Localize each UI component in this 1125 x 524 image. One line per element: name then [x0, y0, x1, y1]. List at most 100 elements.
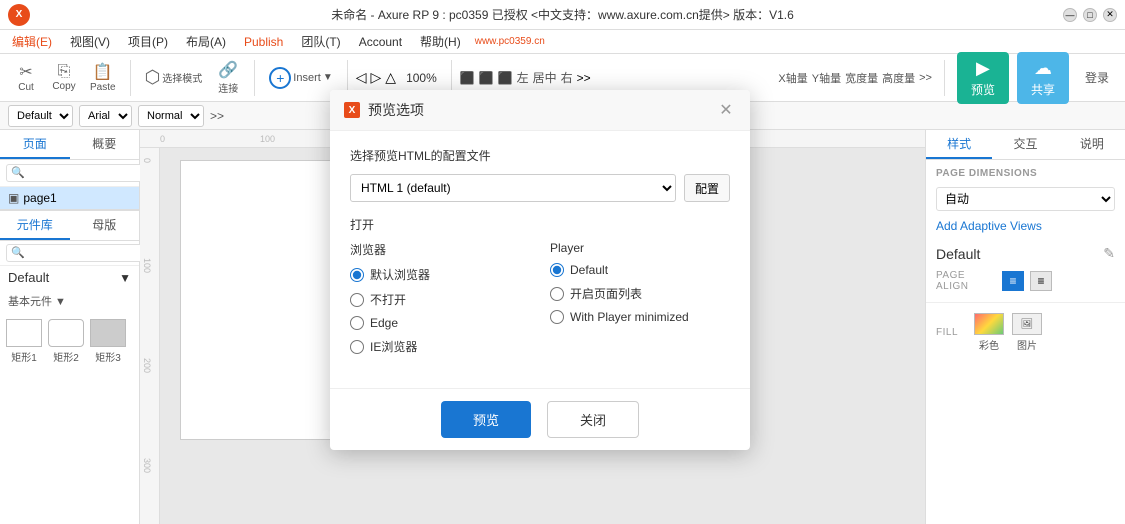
player-radio-pagelist[interactable] [550, 287, 564, 301]
connect-button[interactable]: 🔗 连接 [210, 57, 246, 98]
style-select[interactable]: Normal [138, 105, 204, 127]
select-mode-button[interactable]: ⬡ 选择模式 [139, 64, 209, 91]
modal-close-btn[interactable]: ✕ [716, 100, 736, 120]
menu-item-view[interactable]: 视图(V) [62, 31, 118, 52]
component-rect1-icon [6, 319, 42, 347]
component-rect2-label: 矩形2 [53, 349, 79, 364]
tab-overview[interactable]: 概要 [70, 130, 140, 159]
paste-icon: 📋 [93, 62, 113, 82]
more-format-icon[interactable]: >> [210, 109, 224, 123]
page-item-page1[interactable]: ▣ page1 [0, 187, 139, 209]
config-btn[interactable]: 配置 [684, 174, 730, 202]
fill-color-option[interactable]: 彩色 [974, 313, 1004, 352]
browser-radio-default[interactable] [350, 268, 364, 282]
align-center-icon[interactable]: ⬛ [479, 71, 494, 85]
menu-item-account[interactable]: Account [351, 33, 410, 51]
menu-item-publish[interactable]: Publish [236, 33, 291, 51]
left-panel: 页面 概要 + 📁 ▣ page1 元件库 母版 + 📥 ⋮ Def [0, 130, 140, 524]
edit-default-icon[interactable]: ✎ [1103, 245, 1115, 262]
component-rect3[interactable]: 矩形3 [90, 319, 126, 364]
library-section-label[interactable]: 基本元件 ▼ [0, 289, 139, 313]
tab-masters[interactable]: 母版 [70, 211, 140, 240]
browser-option-none[interactable]: 不打开 [350, 291, 530, 308]
menu-item-team[interactable]: 团队(T) [293, 31, 348, 52]
cut-icon: ✂ [19, 62, 32, 82]
fill-row: FILL 彩色 🖼 图片 [926, 309, 1125, 356]
component-rect1[interactable]: 矩形1 [6, 319, 42, 364]
cut-button[interactable]: ✂ Cut [8, 59, 44, 96]
player-radio-default[interactable] [550, 263, 564, 277]
right-divider [926, 302, 1125, 303]
align-right-icon[interactable]: ⬛ [498, 71, 513, 85]
component-rect2[interactable]: 矩形2 [48, 319, 84, 364]
page-search-row: + 📁 [0, 160, 139, 187]
fill-image-option[interactable]: 🖼 图片 [1012, 313, 1042, 352]
watermark: www.pc0359.cn [475, 36, 545, 47]
page-search-input[interactable] [6, 164, 158, 182]
player-option-minimized[interactable]: With Player minimized [550, 310, 730, 324]
component-rect3-label: 矩形3 [95, 349, 121, 364]
minimize-btn[interactable]: — [1063, 8, 1077, 22]
modal-title: 预览选项 [368, 100, 424, 120]
title-bar-text: 未命名 - Axure RP 9 : pc0359 已授权 <中文支持：www.… [0, 6, 1125, 23]
zoom-level: 100% [400, 69, 443, 87]
page-dimensions-label: PAGE DIMENSIONS [926, 160, 1125, 183]
more-coord-icon[interactable]: >> [919, 72, 932, 84]
library-search-input[interactable] [6, 244, 158, 262]
insert-button[interactable]: + Insert ▼ [263, 64, 338, 92]
preview-button[interactable]: ▶ 预览 [957, 52, 1009, 104]
fill-color-icon [974, 313, 1004, 335]
browser-radio-group: 默认浏览器 不打开 Edge IE浏览器 [350, 266, 530, 355]
library-dropdown-icon[interactable]: ▼ [119, 271, 131, 285]
copy-button[interactable]: ⎘ Copy [46, 60, 82, 95]
align-left-icon[interactable]: ⬛ [460, 71, 475, 85]
tab-pages[interactable]: 页面 [0, 130, 70, 159]
browser-radio-edge[interactable] [350, 316, 364, 330]
player-label-minimized: With Player minimized [570, 310, 689, 324]
menu-item-help[interactable]: 帮助(H) [412, 31, 469, 52]
tab-interact[interactable]: 交互 [992, 130, 1058, 159]
player-option-pagelist[interactable]: 开启页面列表 [550, 285, 730, 302]
player-label-default: Default [570, 263, 608, 277]
player-radio-minimized[interactable] [550, 310, 564, 324]
tab-library[interactable]: 元件库 [0, 211, 70, 240]
tab-style[interactable]: 样式 [926, 130, 992, 159]
more-align-icon[interactable]: >> [577, 71, 591, 85]
modal-open-label: 打开 [350, 216, 730, 233]
arrow-right-icon[interactable]: ▷ [371, 69, 382, 86]
browser-option-edge[interactable]: Edge [350, 316, 530, 330]
menu-item-edit[interactable]: 编辑(E) [4, 31, 60, 52]
menu-item-project[interactable]: 项目(P) [120, 31, 176, 52]
font-select[interactable]: Arial [79, 105, 132, 127]
modal-body: 选择预览HTML的配置文件 HTML 1 (default) 配置 打开 浏览器… [330, 131, 750, 388]
arrow-up-icon[interactable]: △ [385, 69, 396, 86]
browser-radio-ie[interactable] [350, 340, 364, 354]
tab-note[interactable]: 说明 [1059, 130, 1125, 159]
align-center-btn[interactable]: ≡ [1030, 271, 1052, 291]
modal-columns: 浏览器 默认浏览器 不打开 Edge [350, 241, 730, 355]
modal-close-modal-btn[interactable]: 关闭 [547, 401, 639, 438]
paste-button[interactable]: 📋 Paste [84, 59, 122, 96]
share-button[interactable]: ☁ 共享 [1017, 52, 1069, 104]
browser-radio-none[interactable] [350, 293, 364, 307]
view-controls: ◁ ▷ △ [356, 69, 396, 86]
default-select[interactable]: Default [8, 105, 73, 127]
browser-option-default[interactable]: 默认浏览器 [350, 266, 530, 283]
add-adaptive-views-link[interactable]: Add Adaptive Views [926, 215, 1125, 237]
config-select[interactable]: HTML 1 (default) [350, 174, 676, 202]
menu-item-layout[interactable]: 布局(A) [178, 31, 234, 52]
modal-preview-btn[interactable]: 预览 [441, 401, 531, 438]
dimensions-select[interactable]: 自动 [936, 187, 1115, 211]
height-label: 高度量 [882, 70, 915, 86]
mode-group: ⬡ 选择模式 🔗 连接 [139, 57, 247, 98]
fill-label: FILL [936, 327, 966, 338]
login-button[interactable]: 登录 [1077, 65, 1117, 90]
align-left-btn[interactable]: ≡ [1002, 271, 1024, 291]
close-btn[interactable]: ✕ [1103, 8, 1117, 22]
maximize-btn[interactable]: □ [1083, 8, 1097, 22]
modal-icon-text: X [349, 105, 356, 116]
x-axis-label: X轴量 [778, 70, 807, 86]
browser-option-ie[interactable]: IE浏览器 [350, 338, 530, 355]
arrow-left-icon[interactable]: ◁ [356, 69, 367, 86]
player-option-default[interactable]: Default [550, 263, 730, 277]
